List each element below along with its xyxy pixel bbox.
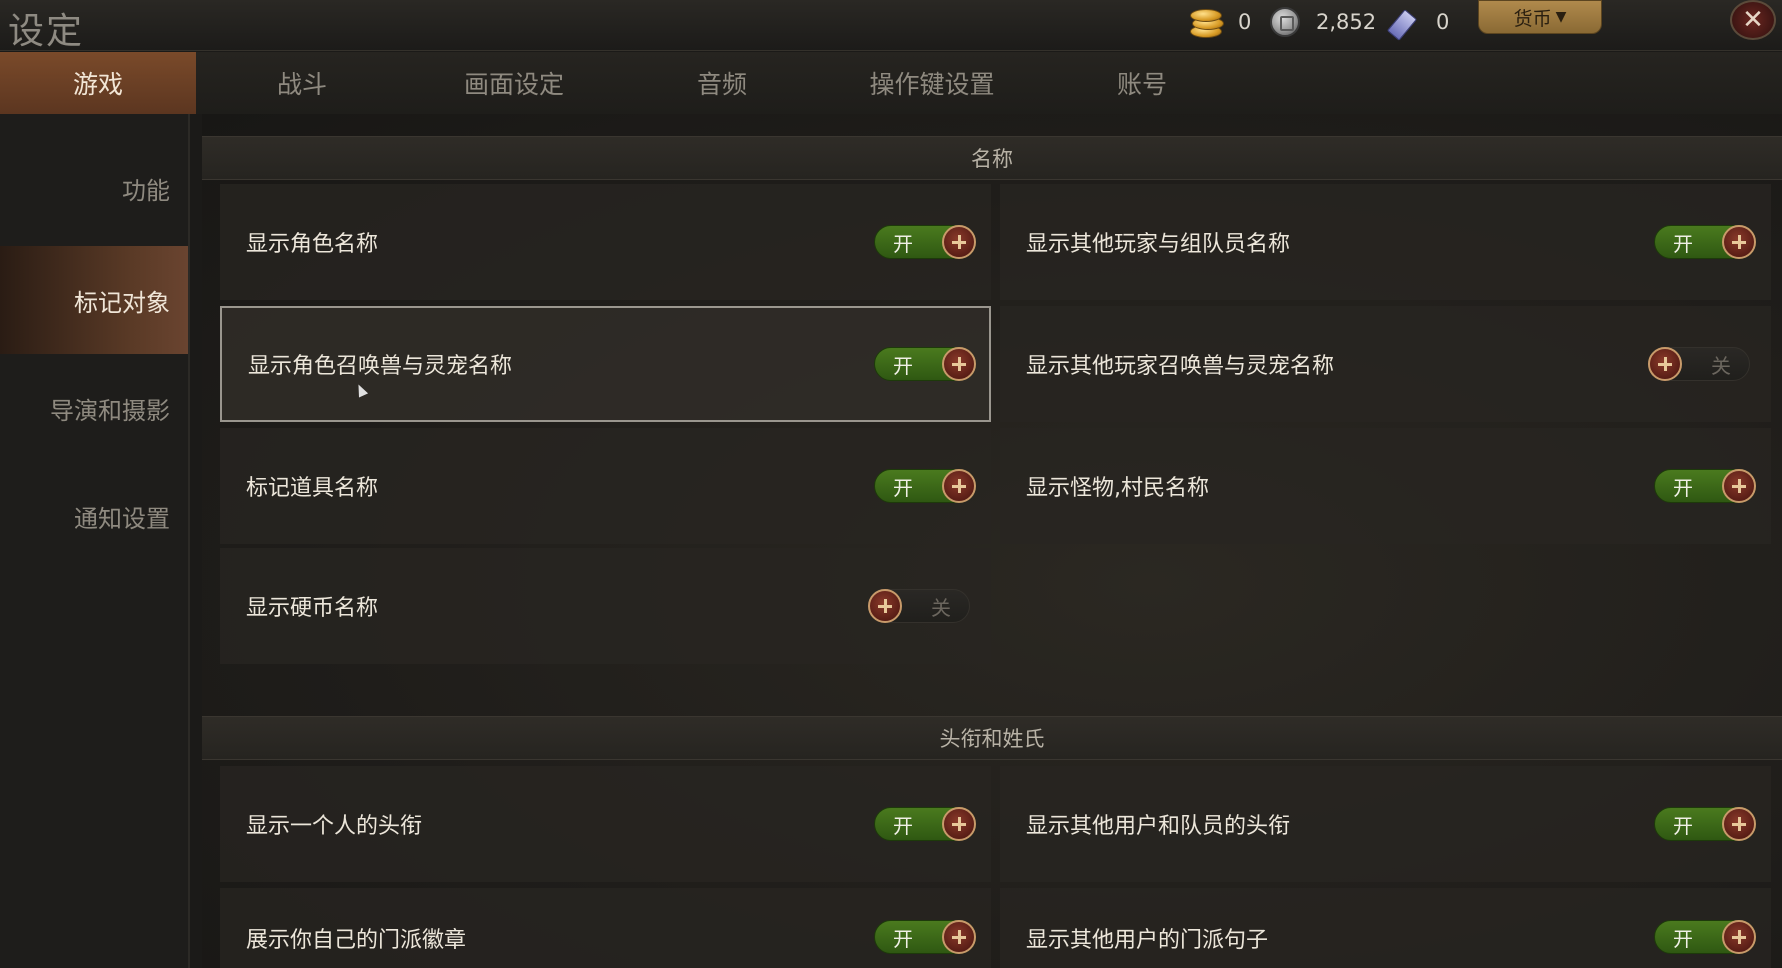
setting-row: 显示其他玩家与组队员名称 开 [1000, 184, 1771, 300]
toggle-state: 开 [1673, 476, 1693, 500]
settings-panel: 名称 显示角色名称 开 显示其他玩家与组队员名称 开 显示角色召唤兽与灵宠名称 … [202, 114, 1782, 968]
setting-label: 显示其他玩家与组队员名称 [1026, 232, 1291, 257]
setting-row: 展示你自己的门派徽章 开 [220, 888, 991, 968]
toggle-knob-icon [942, 920, 976, 954]
tab-combat[interactable]: 战斗 [196, 52, 408, 114]
settings-sidebar: 功能 标记对象 导演和摄影 通知设置 [0, 114, 190, 968]
silver-amount: 2,852 [1316, 10, 1377, 34]
toggle-knob-icon [1722, 225, 1756, 259]
close-button[interactable]: ✕ [1730, 0, 1776, 40]
toggle-switch[interactable]: 开 [874, 920, 976, 954]
toggle-state: 开 [893, 354, 913, 378]
section-header-names: 名称 [202, 136, 1782, 180]
setting-row: 显示一个人的头衔 开 [220, 766, 991, 882]
toggle-switch[interactable]: 开 [874, 469, 976, 503]
toggle-switch[interactable]: 开 [874, 807, 976, 841]
setting-label: 标记道具名称 [246, 476, 379, 501]
currency-button-label: 货币 [1513, 7, 1552, 30]
setting-row: 显示怪物,村民名称 开 [1000, 428, 1771, 544]
gold-coins-icon [1188, 5, 1224, 39]
toggle-switch[interactable]: 开 [1654, 225, 1756, 259]
setting-label: 显示角色召唤兽与灵宠名称 [248, 354, 513, 379]
toggle-knob-icon [942, 807, 976, 841]
toggle-state: 开 [893, 814, 913, 838]
silver-currency: 2,852 [1270, 4, 1376, 40]
toggle-knob-icon [942, 347, 976, 381]
setting-label: 显示其他用户的门派句子 [1026, 928, 1269, 953]
sidebar-item-notifications[interactable]: 通知设置 [0, 462, 188, 570]
close-icon: ✕ [1742, 5, 1764, 35]
toggle-knob-icon [1648, 347, 1682, 381]
toggle-state: 关 [1711, 354, 1731, 378]
setting-label: 显示其他玩家召唤兽与灵宠名称 [1026, 354, 1335, 379]
setting-label: 显示角色名称 [246, 232, 379, 257]
setting-row: 显示其他用户的门派句子 开 [1000, 888, 1771, 968]
tab-audio[interactable]: 音频 [620, 52, 824, 114]
setting-row: 显示角色名称 开 [220, 184, 991, 300]
setting-label: 显示其他用户和队员的头衔 [1026, 814, 1291, 839]
settings-tabs: 游戏 战斗 画面设定 音频 操作键设置 账号 [0, 52, 1782, 114]
setting-row: 显示硬币名称 关 [220, 548, 991, 664]
setting-row: 显示其他用户和队员的头衔 开 [1000, 766, 1771, 882]
top-bar: 设定 0 2,852 0 货币 ▼ ✕ [0, 0, 1782, 52]
ticket-icon [1388, 7, 1422, 37]
toggle-switch[interactable]: 开 [1654, 807, 1756, 841]
tab-account[interactable]: 账号 [1040, 52, 1244, 114]
toggle-knob-icon [942, 469, 976, 503]
toggle-state: 开 [893, 232, 913, 256]
sidebar-item-features[interactable]: 功能 [0, 134, 188, 242]
gold-amount: 0 [1238, 10, 1252, 34]
sidebar-item-director-camera[interactable]: 导演和摄影 [0, 354, 188, 462]
toggle-state: 开 [893, 476, 913, 500]
toggle-switch[interactable]: 开 [1654, 469, 1756, 503]
setting-row-selected: 显示角色召唤兽与灵宠名称 开 [220, 306, 991, 422]
toggle-switch[interactable]: 开 [1654, 920, 1756, 954]
toggle-knob-icon [1722, 807, 1756, 841]
toggle-knob-icon [1722, 920, 1756, 954]
toggle-knob-icon [868, 589, 902, 623]
chevron-down-icon: ▼ [1555, 9, 1567, 25]
toggle-knob-icon [942, 225, 976, 259]
toggle-state: 开 [1673, 927, 1693, 951]
setting-row: 标记道具名称 开 [220, 428, 991, 544]
toggle-state: 开 [893, 927, 913, 951]
tab-keybindings[interactable]: 操作键设置 [824, 52, 1040, 114]
setting-label: 显示硬币名称 [246, 596, 379, 621]
ticket-amount: 0 [1436, 10, 1450, 34]
setting-label: 展示你自己的门派徽章 [246, 928, 467, 953]
toggle-state: 开 [1673, 232, 1693, 256]
tab-graphics[interactable]: 画面设定 [408, 52, 620, 114]
setting-row: 显示其他玩家召唤兽与灵宠名称 关 [1000, 306, 1771, 422]
currency-dropdown-button[interactable]: 货币 ▼ [1478, 0, 1602, 34]
sidebar-item-marked-objects[interactable]: 标记对象 [0, 246, 188, 354]
gold-currency: 0 [1188, 4, 1251, 40]
toggle-state: 关 [931, 596, 951, 620]
setting-label: 显示一个人的头衔 [246, 814, 423, 839]
toggle-switch[interactable]: 关 [1648, 347, 1750, 381]
tab-game[interactable]: 游戏 [0, 52, 196, 114]
toggle-switch[interactable]: 开 [874, 225, 976, 259]
toggle-switch[interactable]: 关 [868, 589, 970, 623]
ticket-currency: 0 [1388, 4, 1449, 40]
setting-label: 显示怪物,村民名称 [1026, 476, 1209, 501]
toggle-state: 开 [1673, 814, 1693, 838]
toggle-switch[interactable]: 开 [874, 347, 976, 381]
window-title: 设定 [8, 11, 85, 52]
silver-coin-icon [1270, 7, 1300, 37]
section-header-titles: 头衔和姓氏 [202, 716, 1782, 760]
toggle-knob-icon [1722, 469, 1756, 503]
